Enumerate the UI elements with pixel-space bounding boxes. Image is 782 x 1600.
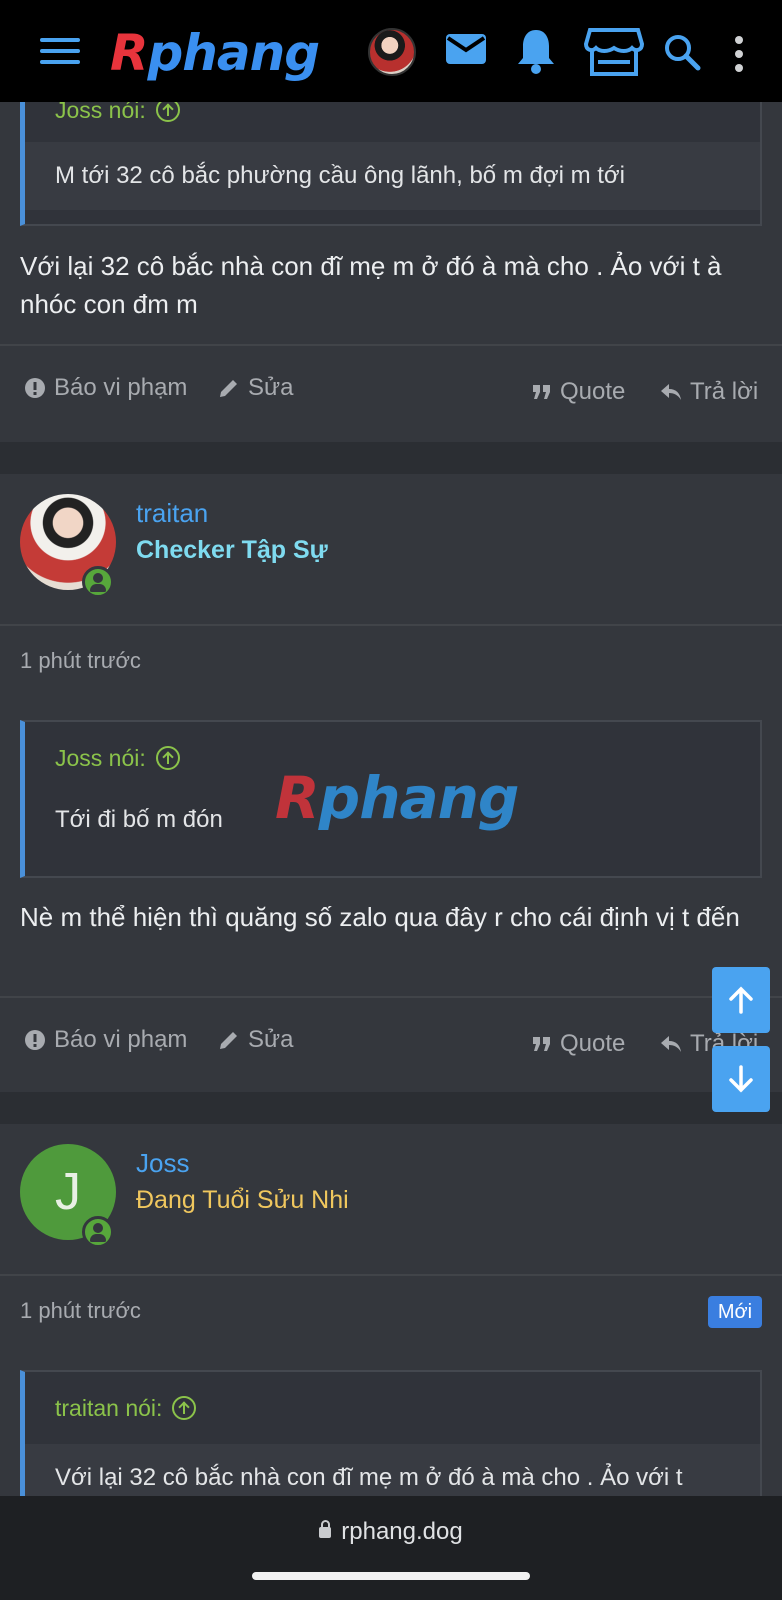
new-badge: Mới [708,1296,762,1328]
address-bar[interactable]: rphang.dog [0,1518,782,1546]
more-vertical-icon[interactable] [732,34,746,74]
reply-button[interactable]: Trả lời [660,378,758,406]
edit-button[interactable]: Sửa [218,1026,293,1054]
post-message: Nè m thể hiện thì quăng số zalo qua đây … [20,902,740,932]
report-button[interactable]: Báo vi phạm [24,374,187,402]
post-3: 1 phút trước Mới traitan nói: Với lại 32… [0,1276,782,1512]
username[interactable]: Joss [136,1148,189,1179]
quote-block: traitan nói: Với lại 32 cô bắc nhà con đ… [20,1370,762,1512]
site-logo[interactable]: Rphang [110,24,320,82]
online-status-icon [82,566,114,598]
lock-icon [319,1520,332,1539]
jump-to-quote-icon[interactable] [172,1396,197,1420]
user-title: Đang Tuổi Sửu Nhi [136,1186,349,1214]
search-icon[interactable] [662,32,702,72]
browser-bottom-bar: rphang.dog [0,1496,782,1600]
divider [0,344,782,346]
mail-icon[interactable] [444,30,488,68]
quote-button[interactable]: Quote [532,1030,625,1058]
watermark-logo: Rphang [275,764,519,832]
quote-text: M tới 32 cô bắc phường cầu ông lãnh, bố … [25,142,760,210]
pencil-icon [220,1032,237,1049]
post-time[interactable]: 1 phút trước [20,648,141,674]
divider [0,996,782,998]
home-indicator[interactable] [252,1572,530,1580]
scroll-to-bottom-button[interactable] [712,1046,770,1112]
top-navigation-bar: Rphang [0,0,782,102]
menu-icon[interactable] [40,38,80,66]
post-2: 1 phút trước Joss nói: Tới đi bố m đón N… [0,626,782,1092]
edit-button[interactable]: Sửa [218,374,293,402]
reply-icon [661,1036,681,1052]
reply-icon [661,384,681,400]
scroll-to-top-button[interactable] [712,967,770,1033]
post-actions: Báo vi phạm Sửa Quote Trả lời [0,1014,782,1074]
user-title: Checker Tập Sự [136,536,328,564]
alert-icon [25,378,45,398]
post-time[interactable]: 1 phút trước [20,1298,141,1324]
store-icon[interactable] [584,26,644,78]
post-2-user-header: traitan Checker Tập Sự [0,474,782,624]
user-avatar[interactable] [368,28,416,76]
arrow-up-icon [729,986,753,1014]
username[interactable]: traitan [136,498,208,529]
quote-icon [533,385,550,399]
report-button[interactable]: Báo vi phạm [24,1026,187,1054]
arrow-down-icon [729,1065,753,1093]
alert-icon [25,1030,45,1050]
jump-to-quote-icon[interactable] [155,746,180,770]
quote-icon [533,1037,550,1051]
pencil-icon [220,380,237,397]
bell-icon[interactable] [516,26,556,74]
quote-header[interactable]: traitan nói: [25,1372,760,1444]
post-message: Với lại 32 cô bắc nhà con đĩ mẹ m ở đó à… [20,251,722,319]
post-actions: Báo vi phạm Sửa Quote Trả lời [0,362,782,422]
quote-button[interactable]: Quote [532,378,625,406]
online-status-icon [82,1216,114,1248]
post-3-user-header: J Joss Đang Tuổi Sửu Nhi [0,1124,782,1274]
